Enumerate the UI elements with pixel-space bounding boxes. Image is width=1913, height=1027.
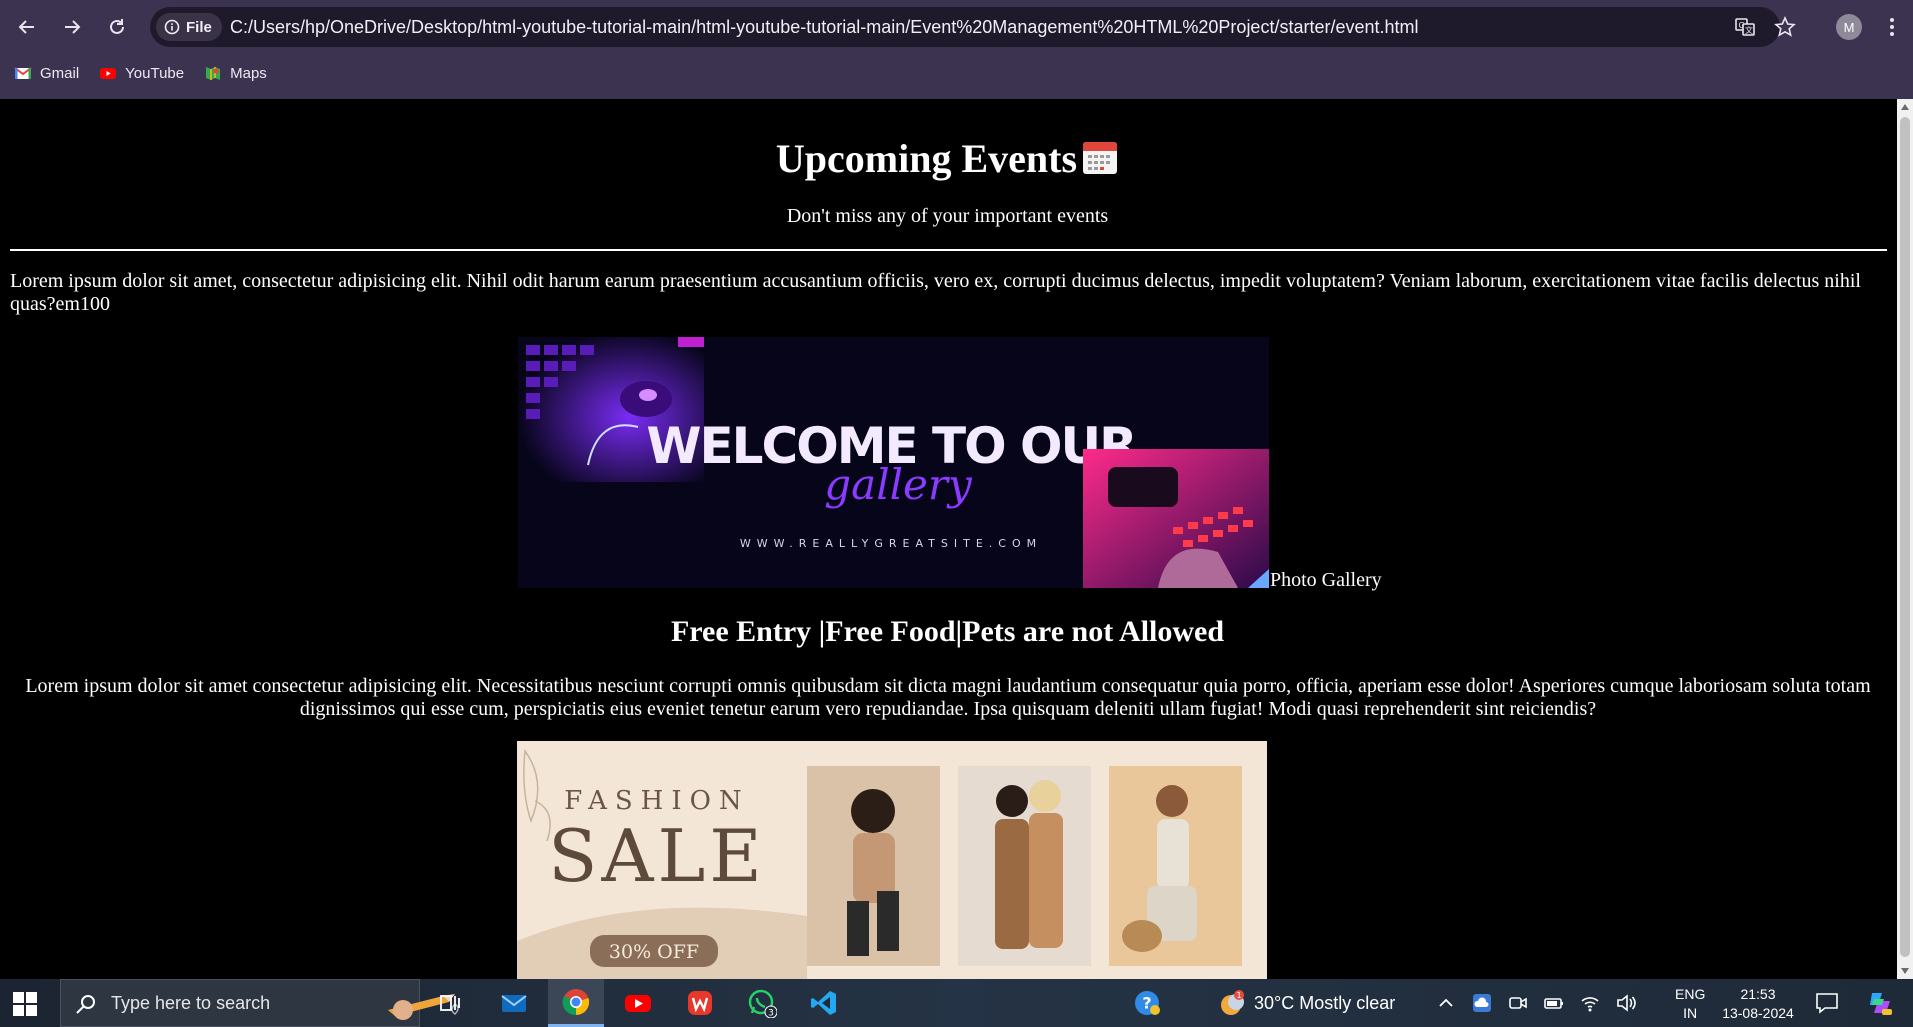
- url-text[interactable]: C:/Users/hp/OneDrive/Desktop/html-youtub…: [230, 17, 1419, 38]
- address-bar[interactable]: File C:/Users/hp/OneDrive/Desktop/html-y…: [150, 7, 1796, 47]
- search-placeholder: Type here to search: [111, 993, 271, 1013]
- browser-chrome: File C:/Users/hp/OneDrive/Desktop/html-y…: [0, 0, 1913, 99]
- task-view-icon: [440, 995, 460, 1011]
- windows-taskbar: Type here to search 3 ? 1 30°C Mostly cl…: [0, 979, 1913, 1027]
- profile-avatar[interactable]: M: [1836, 14, 1862, 40]
- bookmark-youtube[interactable]: YouTube: [99, 64, 184, 82]
- bookmark-label: Maps: [230, 64, 267, 82]
- forward-button[interactable]: [56, 11, 88, 43]
- whatsapp-badge: 3: [768, 1009, 774, 1019]
- taskbar-whatsapp[interactable]: 3: [734, 979, 790, 1027]
- gallery-banner-site: WWW.REALLYGREATSITE.COM: [740, 537, 1042, 550]
- chrome-icon: [562, 988, 590, 1015]
- copilot-icon[interactable]: [1866, 989, 1894, 1017]
- taskbar-youtube[interactable]: [610, 979, 666, 1027]
- bookmark-star-icon[interactable]: [1774, 16, 1796, 38]
- tray-help[interactable]: ?: [1133, 979, 1161, 1027]
- browser-toolbar: File C:/Users/hp/OneDrive/Desktop/html-y…: [0, 0, 1913, 54]
- intro-paragraph: Lorem ipsum dolor sit amet, consectetur …: [10, 270, 1861, 315]
- translate-icon[interactable]: G文: [1734, 16, 1756, 38]
- reload-button[interactable]: [101, 11, 133, 43]
- chevron-up-icon[interactable]: [1435, 992, 1457, 1014]
- gmail-icon: [14, 67, 32, 79]
- info-icon: [164, 19, 180, 35]
- scroll-up-arrow-icon[interactable]: [1900, 103, 1910, 111]
- youtube-icon: [100, 68, 117, 79]
- arrow-right-icon: [65, 20, 81, 34]
- fashion-banner-line2: SALE: [548, 814, 766, 898]
- fashion-banner-badge: 30% OFF: [609, 941, 699, 963]
- horizontal-rule: [10, 249, 1887, 251]
- volume-icon[interactable]: [1615, 992, 1637, 1014]
- bookmark-label: Gmail: [40, 64, 80, 82]
- weather-badge: 1: [1236, 991, 1241, 1000]
- language-indicator[interactable]: ENG IN: [1675, 985, 1705, 1023]
- windows-start-icon[interactable]: [12, 991, 38, 1017]
- site-info-chip[interactable]: File: [156, 13, 222, 41]
- bookmark-gmail[interactable]: Gmail: [14, 64, 79, 82]
- language-region: IN: [1683, 1005, 1698, 1021]
- search-icon: [76, 995, 95, 1014]
- maps-icon: [206, 67, 221, 80]
- mail-icon: [501, 995, 527, 1012]
- language-code: ENG: [1675, 986, 1706, 1002]
- site-chip-label: File: [186, 18, 212, 36]
- notification-icon[interactable]: [1815, 992, 1839, 1014]
- wps-office-icon: [688, 991, 712, 1015]
- taskbar-wps-office[interactable]: [672, 979, 728, 1027]
- bookmark-maps[interactable]: Maps: [204, 64, 267, 82]
- system-tray-icons: [1435, 979, 1637, 1027]
- page-viewport: Upcoming Events Don't miss any of your i…: [0, 99, 1895, 979]
- calendar-icon: [1083, 142, 1118, 174]
- fashion-banner-line1: FASHION: [564, 786, 749, 816]
- back-button[interactable]: [11, 11, 43, 43]
- help-icon: ?: [1135, 991, 1160, 1015]
- taskbar-task-view[interactable]: [422, 979, 478, 1027]
- page-subtitle: Don't miss any of your important events: [786, 205, 1109, 227]
- menu-dots-icon[interactable]: [1880, 14, 1904, 40]
- taskbar-clock[interactable]: 21:53 13-08-2024: [1718, 985, 1798, 1023]
- taskbar-search-box[interactable]: Type here to search: [60, 979, 459, 1027]
- youtube-icon: [625, 995, 651, 1012]
- meet-now-icon[interactable]: [1507, 992, 1529, 1014]
- gallery-banner-script: gallery: [824, 460, 973, 509]
- description-paragraph: Lorem ipsum dolor sit amet consectetur a…: [25, 675, 1871, 720]
- tray-weather[interactable]: 1 30°C Mostly clear: [1218, 979, 1395, 1027]
- svg-text:文: 文: [1745, 25, 1753, 35]
- fashion-banner-artwork: FASHION SALE 30% OFF: [517, 741, 1267, 979]
- clock-time: 21:53: [1740, 986, 1776, 1002]
- gallery-caption: Photo Gallery: [1270, 569, 1382, 591]
- scroll-down-arrow-icon[interactable]: [1900, 967, 1910, 975]
- battery-icon[interactable]: [1543, 992, 1565, 1014]
- fashion-sale-banner-image: FASHION SALE 30% OFF: [517, 741, 1267, 979]
- gallery-banner-image: WELCOME TO OUR gallery WWW.REALLYGREATSI…: [518, 337, 1269, 588]
- wifi-icon[interactable]: [1579, 992, 1601, 1014]
- page-title-text: Upcoming Events: [775, 136, 1078, 181]
- page-title: Upcoming Events: [0, 135, 1895, 182]
- clock-date: 13-08-2024: [1722, 1005, 1794, 1021]
- features-heading: Free Entry |Free Food|Pets are not Allow…: [670, 615, 1225, 648]
- taskbar-vs-code[interactable]: [796, 979, 852, 1027]
- bookmark-label: YouTube: [125, 64, 185, 82]
- gallery-banner-artwork: WELCOME TO OUR gallery WWW.REALLYGREATSI…: [518, 337, 1269, 588]
- page-scrollbar[interactable]: [1897, 99, 1913, 979]
- taskbar-chrome[interactable]: [548, 979, 604, 1027]
- bookmarks-bar: Gmail YouTube Maps: [0, 56, 267, 90]
- weather-text: 30°C Mostly clear: [1254, 992, 1396, 1013]
- whatsapp-icon: 3: [748, 989, 777, 1019]
- onedrive-icon[interactable]: [1471, 992, 1493, 1014]
- scroll-thumb[interactable]: [1900, 117, 1910, 957]
- reload-icon: [110, 19, 124, 34]
- vs-code-icon: [811, 991, 836, 1015]
- weather-moon-icon: 1: [1221, 990, 1244, 1015]
- arrow-left-icon: [18, 20, 34, 34]
- taskbar-mail[interactable]: [486, 979, 542, 1027]
